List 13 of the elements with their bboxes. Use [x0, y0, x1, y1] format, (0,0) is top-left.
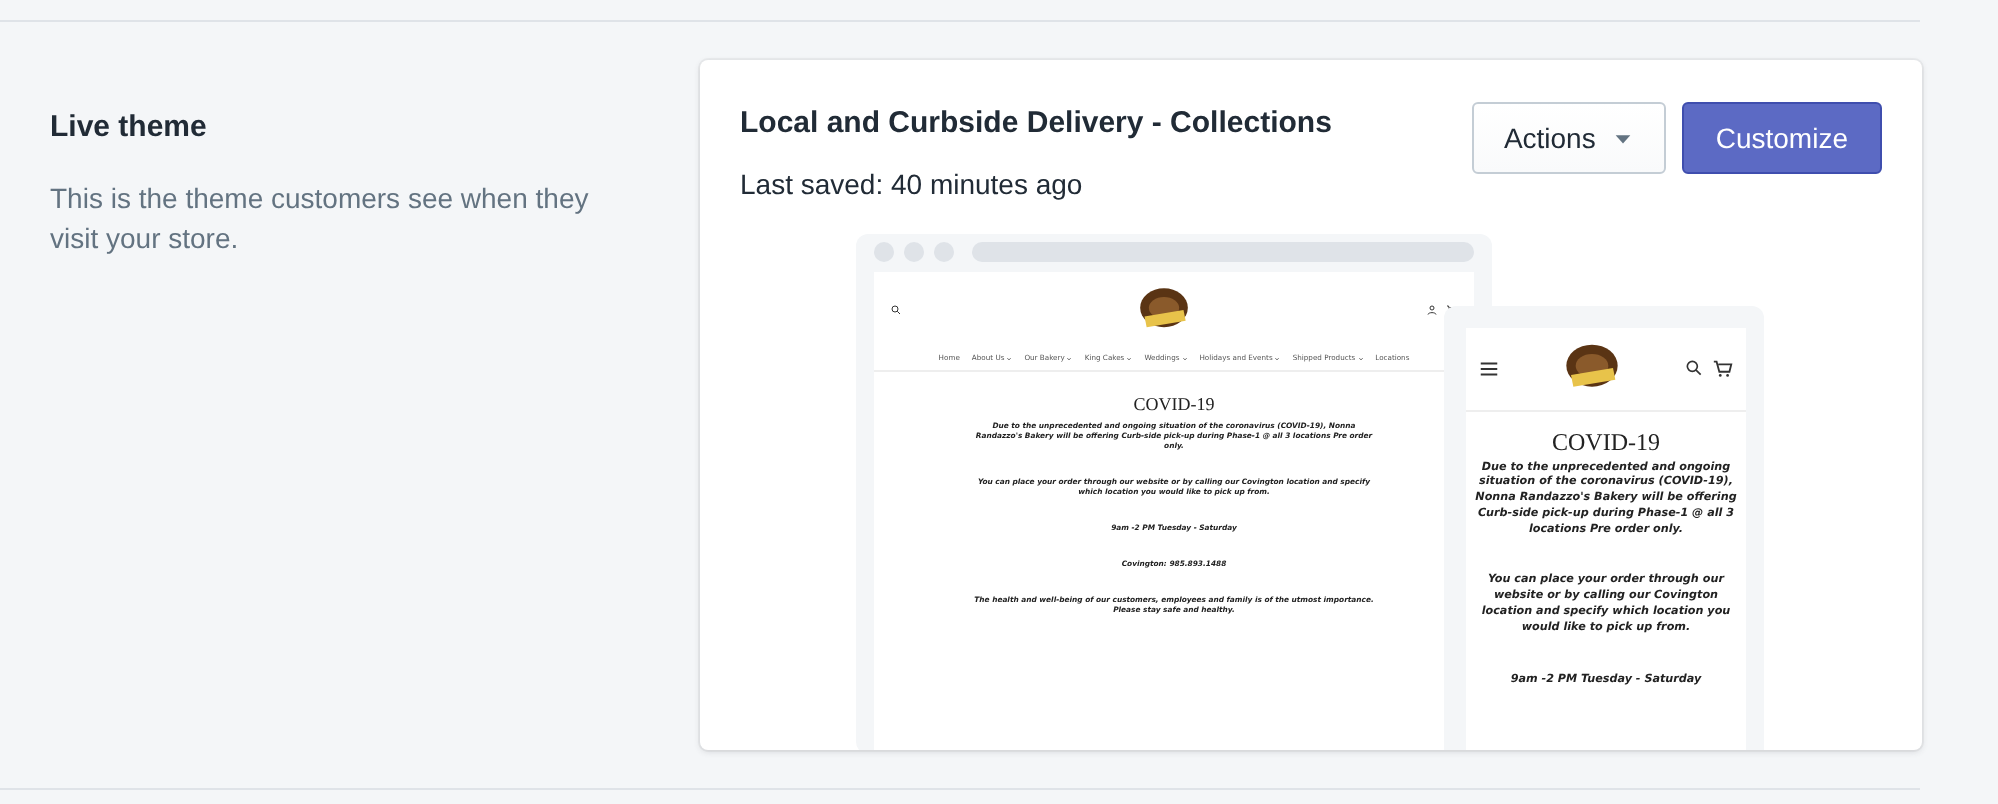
- cart-icon: [1712, 357, 1734, 379]
- customize-button[interactable]: Customize: [1681, 102, 1882, 174]
- last-saved-text: Last saved: 40 minutes ago: [740, 165, 1085, 204]
- search-icon: [890, 303, 902, 315]
- theme-name: Local and Curbside Delivery - Collections: [740, 104, 1332, 144]
- menu-icon: [1478, 357, 1500, 379]
- user-icon: [1426, 303, 1438, 315]
- section-title: Live theme: [50, 110, 209, 146]
- search-icon: [1684, 357, 1704, 377]
- actions-button[interactable]: Actions: [1471, 102, 1666, 174]
- page-heading: COVID-19: [1550, 425, 1662, 459]
- section-description: This is the theme customers see when they visit your store.: [50, 180, 591, 258]
- page-heading: COVID-19: [1131, 391, 1217, 418]
